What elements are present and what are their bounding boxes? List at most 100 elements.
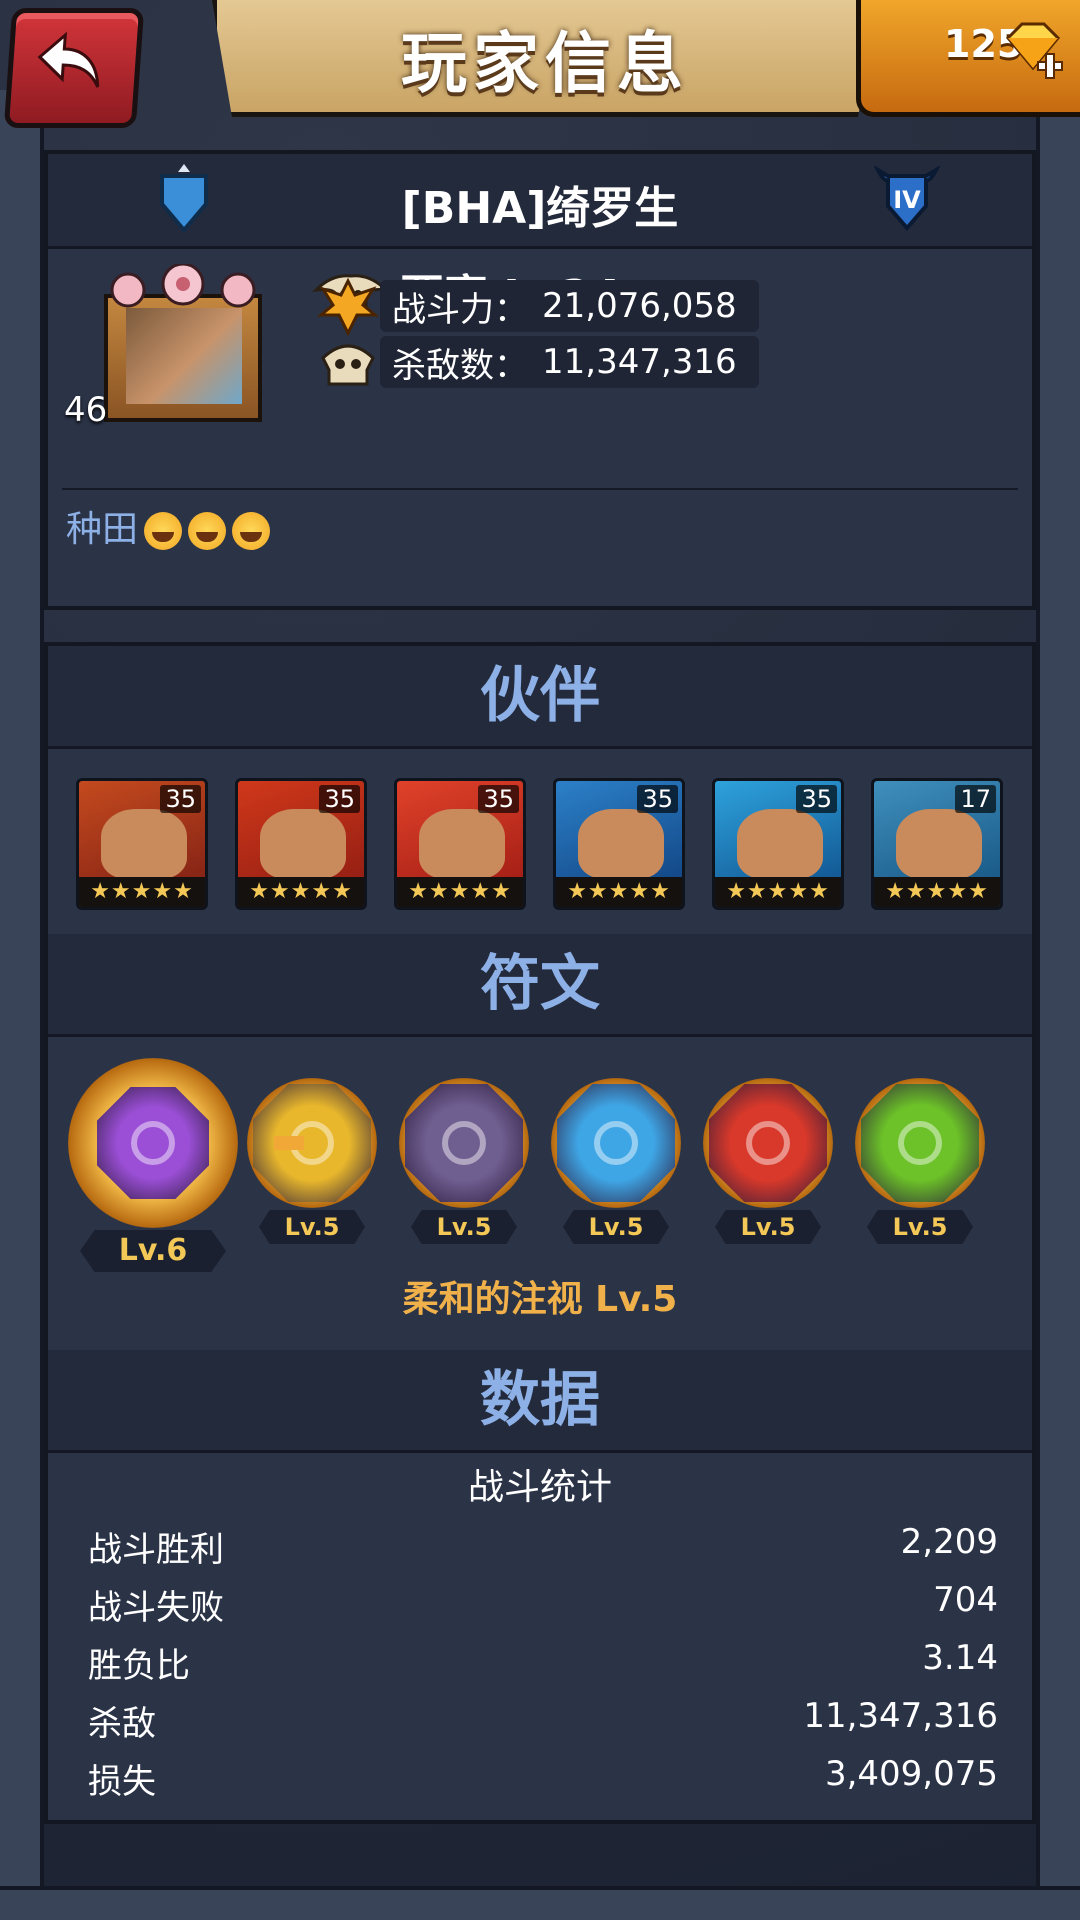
partner-level: 35 xyxy=(319,785,360,813)
player-avatar[interactable] xyxy=(104,264,262,422)
partner-stars: ★★★★★ xyxy=(556,877,682,907)
hero-portrait-2 xyxy=(260,809,346,879)
page-title: 玩家信息 xyxy=(401,25,689,102)
partner-level: 35 xyxy=(160,785,201,813)
claw-rune-icon xyxy=(861,1084,979,1202)
rune-glow-ring xyxy=(551,1078,681,1208)
stat-value: 704 xyxy=(933,1580,998,1620)
rune-list: Lv.6 Lv.5 Lv.5 Lv.5 Lv.5 Lv.5 xyxy=(68,1058,1020,1272)
hero-portrait-6 xyxy=(896,809,982,879)
stat-label: 损失 xyxy=(88,1762,156,1802)
rank-badge-icon[interactable]: IV xyxy=(874,166,940,234)
stat-value: 2,209 xyxy=(900,1522,998,1562)
partner-card[interactable]: 35 ★★★★★ xyxy=(235,778,367,910)
stat-value: 3.14 xyxy=(922,1638,998,1678)
rank-badge-label: IV xyxy=(893,186,921,214)
partner-card[interactable]: 35 ★★★★★ xyxy=(76,778,208,910)
stat-label: 胜负比 xyxy=(88,1646,190,1686)
anchor-rune-icon xyxy=(557,1084,675,1202)
grin-emoji-icon xyxy=(188,512,227,550)
battle-stats-title: 战斗统计 xyxy=(467,1467,612,1508)
player-name-bar: [BHA]绮罗生 IV xyxy=(48,154,1032,249)
partner-stars: ★★★★★ xyxy=(238,877,364,907)
partner-stars: ★★★★★ xyxy=(79,877,205,907)
player-motto: 种田 xyxy=(66,500,271,552)
rune-symbol xyxy=(594,1121,638,1165)
rune-slot[interactable]: Lv.5 xyxy=(236,1078,388,1244)
partner-card[interactable]: 35 ★★★★★ xyxy=(712,778,844,910)
partner-level: 17 xyxy=(955,785,996,813)
partner-level: 35 xyxy=(796,785,837,813)
back-arrow-icon xyxy=(37,31,100,88)
rune-glow-ring xyxy=(855,1078,985,1208)
partner-card[interactable]: 35 ★★★★★ xyxy=(553,778,685,910)
rune-level: Lv.5 xyxy=(563,1210,669,1244)
rune-slot[interactable]: Lv.5 xyxy=(844,1078,996,1244)
divider xyxy=(62,488,1018,490)
hero-portrait-4 xyxy=(578,809,664,879)
section-data-header: 数据 xyxy=(48,1350,1032,1453)
player-info-panel: [BHA]绮罗生 IV 46 要塞 Lv24 战斗力： xyxy=(44,150,1036,610)
rune-connector xyxy=(274,1136,304,1150)
hero-portrait-1 xyxy=(101,809,187,879)
wave-rune-icon xyxy=(405,1084,523,1202)
grin-emoji-icon xyxy=(232,512,271,550)
hero-portrait-3 xyxy=(419,809,505,879)
flower-crown-icon xyxy=(110,264,256,308)
partner-card[interactable]: 35 ★★★★★ xyxy=(394,778,526,910)
rune-level: Lv.5 xyxy=(867,1210,973,1244)
partner-level: 35 xyxy=(637,785,678,813)
partner-card[interactable]: 17 ★★★★★ xyxy=(871,778,1003,910)
rune-glow-ring xyxy=(247,1078,377,1208)
stone-border-right xyxy=(1036,90,1080,1920)
rune-slot[interactable]: Lv.5 xyxy=(692,1078,844,1244)
power-pill: 战斗力： 21,076,058 xyxy=(380,280,759,332)
back-button[interactable] xyxy=(3,8,145,128)
rune-level: Lv.5 xyxy=(259,1210,365,1244)
selected-rune-name: 柔和的注视 Lv.5 xyxy=(402,1279,678,1320)
partner-stars: ★★★★★ xyxy=(715,877,841,907)
phoenix-power-icon xyxy=(317,277,379,337)
rune-symbol xyxy=(898,1121,942,1165)
hero-portrait-5 xyxy=(737,809,823,879)
stat-row: 战斗失败 704 xyxy=(88,1580,998,1636)
cross-rune-icon xyxy=(709,1084,827,1202)
details-panel: 伙伴 35 ★★★★★ 35 ★★★★★ 35 ★★★★★ 35 ★★★★★ 35 ★★★★★ 17… xyxy=(44,642,1036,1824)
motto-text: 种田 xyxy=(66,509,139,550)
gem-plus-icon xyxy=(1005,22,1063,79)
skull-kills-icon xyxy=(321,344,375,386)
stone-border-left xyxy=(0,90,44,1920)
stat-label: 战斗失败 xyxy=(88,1588,224,1628)
power-label: 战斗力： xyxy=(392,289,528,330)
rune-symbol xyxy=(131,1121,175,1165)
partner-level: 35 xyxy=(478,785,519,813)
crescent-rune-icon xyxy=(97,1087,209,1199)
kills-value: 11,347,316 xyxy=(542,342,737,382)
avatar-frame xyxy=(104,294,262,422)
rune-slot[interactable]: Lv.6 xyxy=(68,1058,238,1272)
partner-stars: ★★★★★ xyxy=(874,877,1000,907)
rune-slot[interactable]: Lv.5 xyxy=(388,1078,540,1244)
stone-border-bottom xyxy=(0,1886,1080,1920)
rune-slot[interactable]: Lv.5 xyxy=(540,1078,692,1244)
rune-level: Lv.5 xyxy=(715,1210,821,1244)
rune-glow-ring xyxy=(68,1058,238,1228)
kills-label: 杀敌数： xyxy=(392,345,528,386)
stat-row: 胜负比 3.14 xyxy=(88,1638,998,1694)
section-partners-header: 伙伴 xyxy=(48,646,1032,749)
stat-row: 杀敌 11,347,316 xyxy=(88,1696,998,1752)
rune-level: Lv.5 xyxy=(411,1210,517,1244)
stat-label: 战斗胜利 xyxy=(88,1530,224,1570)
stat-value: 11,347,316 xyxy=(803,1696,998,1736)
grin-emoji-icon xyxy=(144,512,183,550)
rune-level: Lv.6 xyxy=(80,1230,226,1272)
power-value: 21,076,058 xyxy=(542,286,737,326)
kills-pill: 杀敌数： 11,347,316 xyxy=(380,336,759,388)
avatar-portrait xyxy=(126,308,242,404)
rune-glow-ring xyxy=(399,1078,529,1208)
stat-row: 战斗胜利 2,209 xyxy=(88,1522,998,1578)
rune-glow-ring xyxy=(703,1078,833,1208)
rune-symbol xyxy=(442,1121,486,1165)
partner-list: 35 ★★★★★ 35 ★★★★★ 35 ★★★★★ 35 ★★★★★ 35 ★★★★★ 17 ★★★… xyxy=(76,778,1003,910)
kills-row: 杀敌数： 11,347,316 xyxy=(316,336,759,388)
